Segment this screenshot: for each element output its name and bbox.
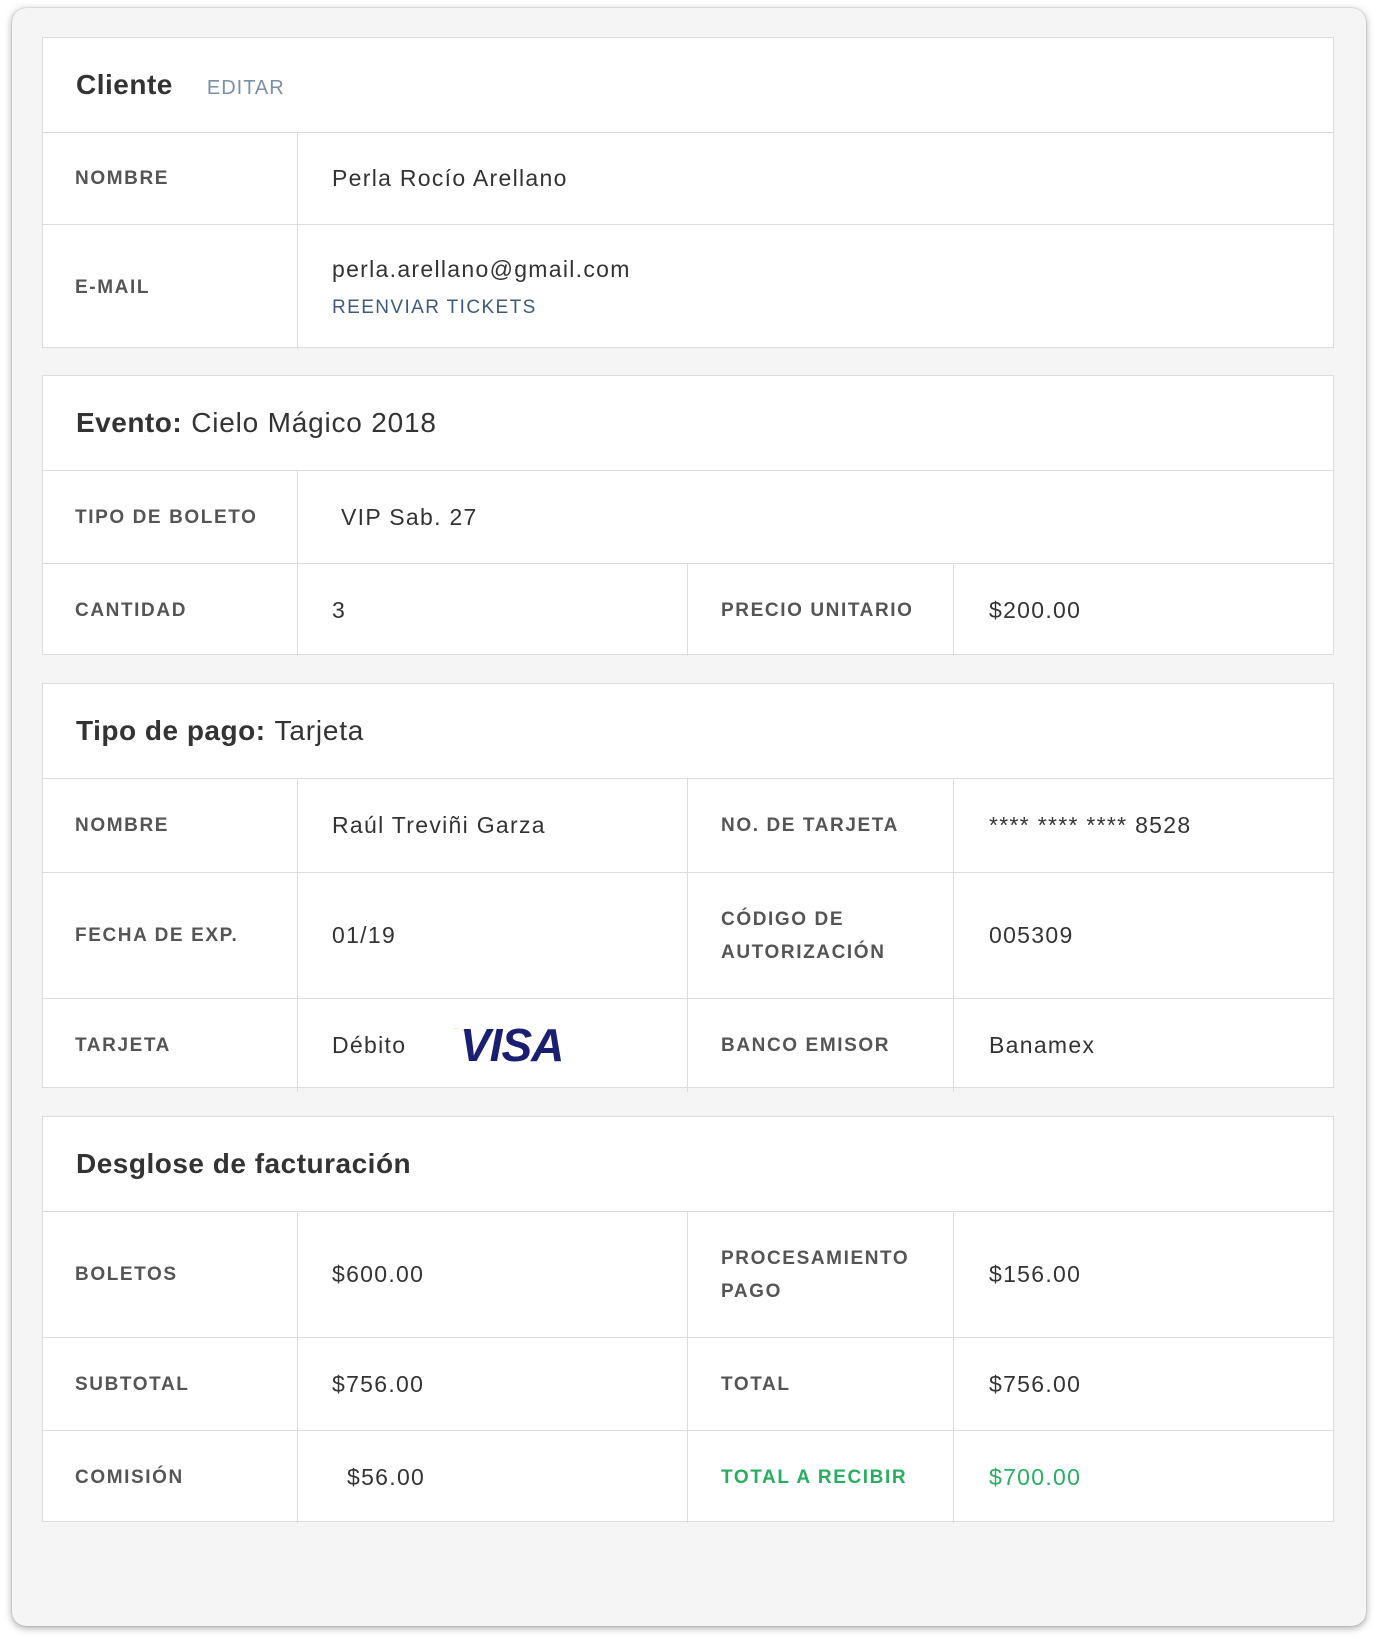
total-value-cell: $756.00 (954, 1338, 1333, 1430)
card-type-value-cell: Débito VISA (298, 999, 688, 1092)
unit-price-label-cell: PRECIO UNITARIO (688, 564, 954, 656)
expiry-label: FECHA DE EXP. (75, 925, 239, 946)
expiry-label-cell: FECHA DE EXP. (43, 873, 298, 998)
event-card-header: Evento: Cielo Mágico 2018 (43, 376, 1333, 471)
resend-tickets-link[interactable]: REENVIAR TICKETS (332, 297, 537, 319)
ticket-type-label: TIPO DE BOLETO (75, 506, 258, 528)
processing-label: PROCESAMIENTO PAGO (721, 1247, 910, 1302)
tickets-value-cell: $600.00 (298, 1212, 688, 1337)
expiry-auth-row: FECHA DE EXP. 01/19 CÓDIGO DE AUTORIZACI… (43, 873, 1333, 999)
event-title: Evento: (76, 407, 183, 438)
tickets-value: $600.00 (332, 1261, 425, 1287)
client-name-row: NOMBRE Perla Rocío Arellano (43, 133, 1333, 225)
client-name-value: Perla Rocío Arellano (332, 165, 568, 191)
issuer-bank-label: BANCO EMISOR (721, 1035, 891, 1056)
payment-card-header: Tipo de pago: Tarjeta (43, 684, 1333, 779)
visa-logo-text: VISA (460, 1022, 563, 1064)
total-value: $756.00 (989, 1370, 1082, 1397)
card-number-value: **** **** **** 8528 (989, 812, 1192, 838)
card-type-label-cell: TARJETA (43, 999, 298, 1092)
total-receive-label: TOTAL A RECIBIR (721, 1466, 908, 1488)
client-email-row: E-MAIL perla.arellano@gmail.com REENVIAR… (43, 225, 1333, 349)
tickets-label: BOLETOS (75, 1264, 178, 1285)
issuer-bank-value-cell: Banamex (954, 999, 1333, 1092)
client-name-label: NOMBRE (75, 168, 170, 189)
ticket-type-row: TIPO DE BOLETO VIP Sab. 27 (43, 471, 1333, 564)
client-card-header: Cliente EDITAR (43, 38, 1333, 133)
unit-price-value: $200.00 (989, 596, 1082, 623)
card-type-label: TARJETA (75, 1035, 171, 1056)
visa-logo-icon: VISA (450, 1019, 574, 1071)
client-card: Cliente EDITAR NOMBRE Perla Rocío Arella… (42, 37, 1334, 349)
total-receive-value: $700.00 (989, 1463, 1082, 1490)
client-title: Cliente (76, 69, 173, 100)
event-card: Evento: Cielo Mágico 2018 TIPO DE BOLETO… (42, 375, 1334, 656)
auth-code-label: CÓDIGO DE AUTORIZACIÓN (721, 908, 886, 963)
card-type-row: TARJETA Débito VISA BANCO EMISOR Banamex (43, 999, 1333, 1092)
subtotal-total-row: SUBTOTAL $756.00 TOTAL $756.00 (43, 1338, 1333, 1431)
billing-title: Desglose de facturación (76, 1148, 412, 1179)
unit-price-label: PRECIO UNITARIO (721, 599, 914, 621)
total-receive-label-cell: TOTAL A RECIBIR (688, 1431, 954, 1523)
card-number-label: NO. DE TARJETA (721, 815, 899, 836)
card-number-label-cell: NO. DE TARJETA (688, 779, 954, 872)
quantity-value-cell: 3 (298, 564, 688, 656)
client-email-value: perla.arellano@gmail.com (332, 255, 631, 282)
payment-card: Tipo de pago: Tarjeta NOMBRE Raúl Treviñ… (42, 683, 1334, 1092)
client-name-value-cell: Perla Rocío Arellano (298, 133, 1333, 224)
auth-code-value-cell: 005309 (954, 873, 1333, 998)
billing-card-header: Desglose de facturación (43, 1117, 1333, 1212)
client-email-label-cell: E-MAIL (43, 225, 298, 349)
cardholder-value-cell: Raúl Treviñi Garza (298, 779, 688, 872)
subtotal-label: SUBTOTAL (75, 1373, 190, 1395)
auth-code-value: 005309 (989, 922, 1074, 948)
billing-card: Desglose de facturación BOLETOS $600.00 … (42, 1116, 1334, 1523)
total-label: TOTAL (721, 1373, 791, 1395)
card-number-value-cell: **** **** **** 8528 (954, 779, 1333, 872)
tickets-label-cell: BOLETOS (43, 1212, 298, 1337)
ticket-type-label-cell: TIPO DE BOLETO (43, 471, 298, 563)
card-type-value: Débito (332, 1032, 407, 1058)
subtotal-label-cell: SUBTOTAL (43, 1338, 298, 1430)
cardholder-label-cell: NOMBRE (43, 779, 298, 872)
quantity-value: 3 (332, 596, 347, 623)
client-email-label: E-MAIL (75, 276, 151, 298)
quantity-price-row: CANTIDAD 3 PRECIO UNITARIO $200.00 (43, 564, 1333, 656)
quantity-label-cell: CANTIDAD (43, 564, 298, 656)
unit-price-value-cell: $200.00 (954, 564, 1333, 656)
payment-title: Tipo de pago: (76, 715, 266, 746)
issuer-bank-label-cell: BANCO EMISOR (688, 999, 954, 1092)
cardholder-label: NOMBRE (75, 815, 170, 836)
auth-code-label-cell: CÓDIGO DE AUTORIZACIÓN (688, 873, 954, 998)
subtotal-value: $756.00 (332, 1370, 425, 1397)
cardholder-value: Raúl Treviñi Garza (332, 812, 546, 838)
processing-label-cell: PROCESAMIENTO PAGO (688, 1212, 954, 1337)
subtotal-value-cell: $756.00 (298, 1338, 688, 1430)
event-name: Cielo Mágico 2018 (191, 407, 437, 438)
payment-type: Tarjeta (274, 715, 365, 746)
page-container: Cliente EDITAR NOMBRE Perla Rocío Arella… (12, 8, 1366, 1626)
cardholder-row: NOMBRE Raúl Treviñi Garza NO. DE TARJETA… (43, 779, 1333, 873)
total-label-cell: TOTAL (688, 1338, 954, 1430)
commission-value: $56.00 (347, 1463, 426, 1490)
commission-label: COMISIÓN (75, 1466, 184, 1488)
ticket-type-value: VIP Sab. 27 (341, 503, 478, 530)
edit-client-link[interactable]: EDITAR (207, 77, 285, 100)
commission-receive-row: COMISIÓN $56.00 TOTAL A RECIBIR $700.00 (43, 1431, 1333, 1523)
issuer-bank-value: Banamex (989, 1032, 1096, 1058)
total-receive-value-cell: $700.00 (954, 1431, 1333, 1523)
quantity-label: CANTIDAD (75, 599, 188, 621)
client-email-value-cell: perla.arellano@gmail.com REENVIAR TICKET… (298, 225, 1333, 349)
commission-value-cell: $56.00 (298, 1431, 688, 1523)
expiry-value: 01/19 (332, 922, 397, 948)
tickets-processing-row: BOLETOS $600.00 PROCESAMIENTO PAGO $156.… (43, 1212, 1333, 1338)
ticket-type-value-cell: VIP Sab. 27 (298, 471, 1333, 563)
processing-value: $156.00 (989, 1261, 1082, 1287)
commission-label-cell: COMISIÓN (43, 1431, 298, 1523)
client-name-label-cell: NOMBRE (43, 133, 298, 224)
processing-value-cell: $156.00 (954, 1212, 1333, 1337)
expiry-value-cell: 01/19 (298, 873, 688, 998)
